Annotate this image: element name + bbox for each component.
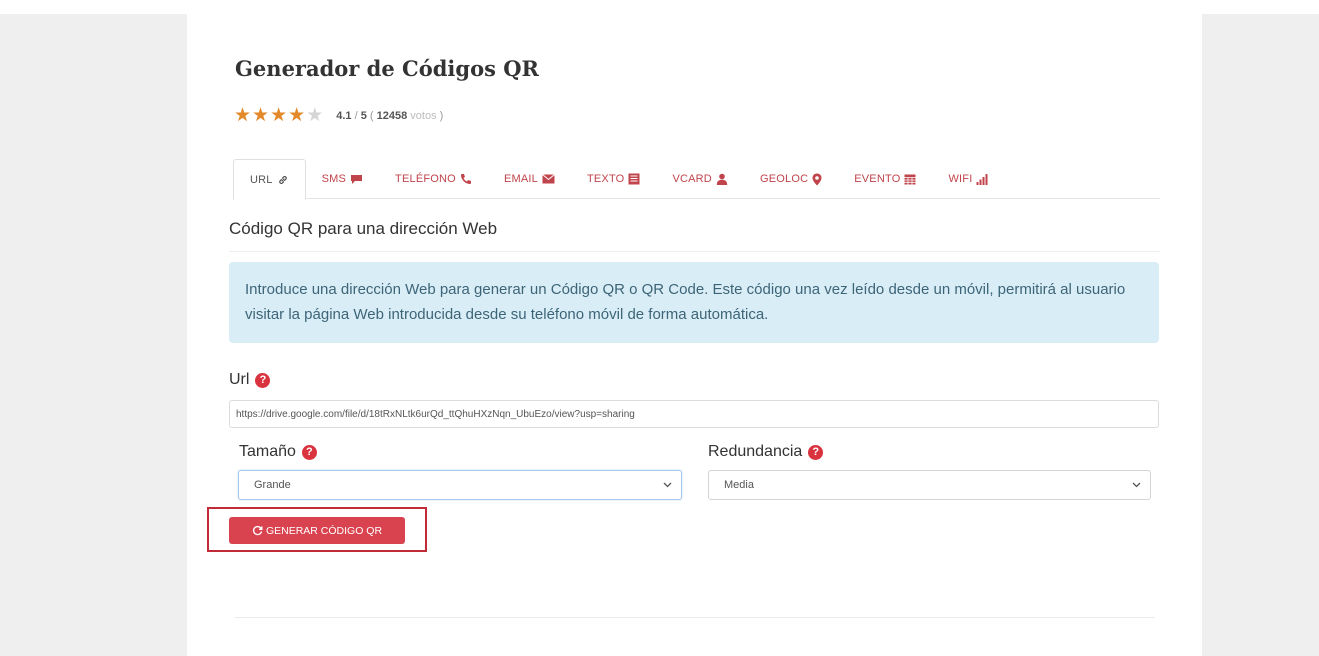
rating-votes: 12458 [376, 110, 408, 122]
redundancy-select[interactable]: Media [708, 470, 1151, 500]
tab-label: WIFI [948, 173, 973, 185]
signal-icon [976, 174, 988, 185]
map-marker-icon [812, 173, 822, 185]
tab-label: TEXTO [586, 173, 625, 185]
comment-icon [351, 174, 363, 184]
redundancy-label: Redundancia ? [708, 443, 824, 461]
info-alert: Introduce una dirección Web para generar… [229, 262, 1159, 343]
tab-label: TELÉFONO [395, 173, 456, 185]
tab-telefono[interactable]: TELÉFONO [379, 159, 488, 199]
qr-generator-card: Generador de Códigos QR ★ ★ ★ ★ ★ 4.1 / … [187, 14, 1202, 656]
help-icon[interactable]: ? [808, 444, 824, 460]
phone-icon [460, 174, 471, 184]
tab-wifi[interactable]: WIFI [932, 159, 1004, 199]
tab-evento[interactable]: EVENTO [838, 159, 932, 199]
section-divider [235, 617, 1155, 618]
link-icon [278, 175, 287, 184]
url-label-text: Url [229, 371, 250, 388]
page-top-band [0, 0, 1319, 14]
size-select[interactable]: Grande [238, 470, 682, 500]
refresh-icon [252, 525, 263, 536]
help-icon[interactable]: ? [301, 444, 317, 460]
url-input[interactable] [229, 400, 1159, 428]
calendar-icon [904, 174, 916, 185]
star-icon[interactable]: ★ [252, 106, 269, 126]
rating: ★ ★ ★ ★ ★ 4.1 / 5 ( 12458 votos ) [234, 106, 443, 126]
tab-label: VCARD [672, 173, 712, 185]
tab-label: EMAIL [503, 173, 538, 185]
tab-bar: URL SMS TELÉFONO EMAIL TEXTO VCARD GEOLO… [233, 159, 1160, 200]
rating-summary: 4.1 / 5 ( 12458 votos ) [336, 110, 444, 122]
tab-label: GEOLOC [759, 173, 809, 185]
generate-qr-label: GENERAR CÓDIGO QR [265, 524, 383, 537]
tab-label: URL [250, 173, 273, 186]
redundancy-label-text: Redundancia [708, 443, 803, 460]
tab-sms[interactable]: SMS [306, 159, 379, 199]
star-empty-icon[interactable]: ★ [306, 106, 323, 126]
tab-vcard[interactable]: VCARD [656, 159, 744, 199]
url-label: Url ? [229, 371, 271, 389]
size-label-text: Tamaño [239, 443, 296, 460]
section-title: Código QR para una dirección Web [229, 219, 1160, 252]
chevron-down-icon [1132, 482, 1141, 488]
envelope-icon [542, 174, 555, 184]
star-icon[interactable]: ★ [234, 106, 251, 126]
tab-url[interactable]: URL [233, 159, 306, 200]
tab-label: SMS [321, 173, 347, 185]
rating-score: 4.1 [336, 110, 352, 122]
cut-off-heading [225, 650, 785, 656]
text-file-icon [628, 173, 640, 185]
chevron-down-icon [663, 482, 672, 488]
generate-qr-button[interactable]: GENERAR CÓDIGO QR [229, 517, 405, 544]
help-icon[interactable]: ? [255, 372, 271, 388]
tab-email[interactable]: EMAIL [488, 159, 571, 199]
rating-max: 5 [360, 110, 367, 122]
size-select-value: Grande [254, 479, 291, 491]
rating-votes-label: votos [410, 110, 437, 122]
star-icon[interactable]: ★ [270, 106, 287, 126]
page-title: Generador de Códigos QR [235, 56, 539, 81]
star-icon[interactable]: ★ [288, 106, 305, 126]
user-icon [716, 173, 728, 185]
redundancy-select-value: Media [724, 479, 754, 491]
tab-geoloc[interactable]: GEOLOC [744, 159, 838, 199]
tab-label: EVENTO [854, 173, 901, 185]
tab-texto[interactable]: TEXTO [571, 159, 656, 199]
size-label: Tamaño ? [239, 443, 317, 461]
